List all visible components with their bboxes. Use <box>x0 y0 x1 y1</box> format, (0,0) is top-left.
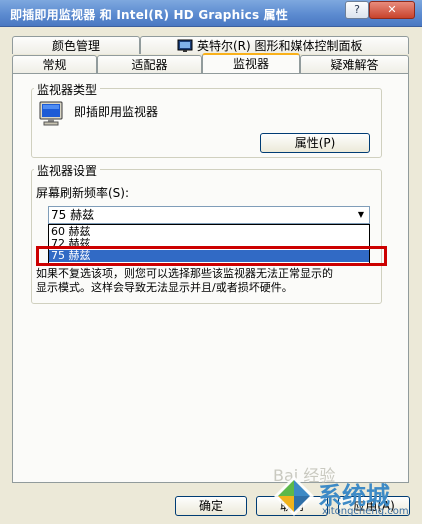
warning-line-2: 显示模式。这样会导致无法显示并且/或者损坏硬件。 <box>36 281 293 294</box>
tab-intel-graphics[interactable]: 英特尔(R) 图形和媒体控制面板 <box>140 36 409 54</box>
monitor-icon <box>38 101 64 127</box>
monitor-name: 即插即用监视器 <box>74 105 159 119</box>
tab-row-bottom: 常规 适配器 监视器 疑难解答 <box>12 53 409 73</box>
monitor-type-group: 监视器类型 即插即用监视器 属性(P) <box>31 81 382 158</box>
tab-adapter[interactable]: 适配器 <box>97 55 202 73</box>
refresh-rate-label: 屏幕刷新频率(S): <box>36 186 130 200</box>
ok-button[interactable]: 确定 <box>175 496 247 516</box>
tab-color-management[interactable]: 颜色管理 <box>12 36 140 54</box>
refresh-rate-select[interactable]: 75 赫兹 ▼ <box>48 206 370 224</box>
refresh-option-75[interactable]: 75 赫兹 <box>49 250 369 262</box>
xitongcheng-logo-icon <box>272 474 316 518</box>
warning-line-1: 如果不复选该项，则您可以选择那些该监视器无法正常显示的 <box>36 267 333 280</box>
chevron-down-icon[interactable]: ▼ <box>355 209 367 221</box>
title-bar: 即插即用监视器 和 Intel(R) HD Graphics 属性 ? ✕ <box>0 0 422 27</box>
xitongcheng-watermark: 系统城 xitongcheng.com <box>272 472 422 524</box>
monitor-tab-panel: 监视器类型 即插即用监视器 属性(P) 监视器设置 屏幕刷新频率(S): 75 … <box>12 73 409 485</box>
tab-label: 适配器 <box>131 58 168 72</box>
monitor-settings-title: 监视器设置 <box>34 162 101 179</box>
window-title: 即插即用监视器 和 Intel(R) HD Graphics 属性 <box>10 8 289 22</box>
tab-label: 疑难解答 <box>330 58 379 72</box>
tab-label: 常规 <box>42 58 67 72</box>
tab-monitor[interactable]: 监视器 <box>202 53 300 73</box>
help-button[interactable]: ? <box>345 1 369 19</box>
tab-general[interactable]: 常规 <box>12 55 97 73</box>
refresh-rate-dropdown: 60 赫兹 72 赫兹 75 赫兹 <box>48 224 370 264</box>
warning-text: 如果不复选该项，则您可以选择那些该监视器无法正常显示的 显示模式。这样会导致无法… <box>36 267 376 295</box>
monitor-settings-group: 监视器设置 屏幕刷新频率(S): 75 赫兹 ▼ 60 赫兹 72 赫兹 75 … <box>31 162 387 304</box>
xitongcheng-url: xitongcheng.com <box>322 506 409 517</box>
refresh-option-72[interactable]: 72 赫兹 <box>49 238 369 250</box>
monitor-type-title: 监视器类型 <box>34 81 101 98</box>
intel-graphics-icon <box>177 39 193 53</box>
tab-troubleshoot[interactable]: 疑难解答 <box>300 55 409 73</box>
close-button[interactable]: ✕ <box>369 1 415 19</box>
tab-row-top: 颜色管理 英特尔(R) 图形和媒体控制面板 <box>12 36 409 54</box>
refresh-rate-value: 75 赫兹 <box>51 208 95 222</box>
tab-label: 监视器 <box>232 57 269 71</box>
monitor-properties-button[interactable]: 属性(P) <box>260 133 370 153</box>
refresh-option-60[interactable]: 60 赫兹 <box>49 226 369 238</box>
tab-label: 颜色管理 <box>51 39 100 53</box>
